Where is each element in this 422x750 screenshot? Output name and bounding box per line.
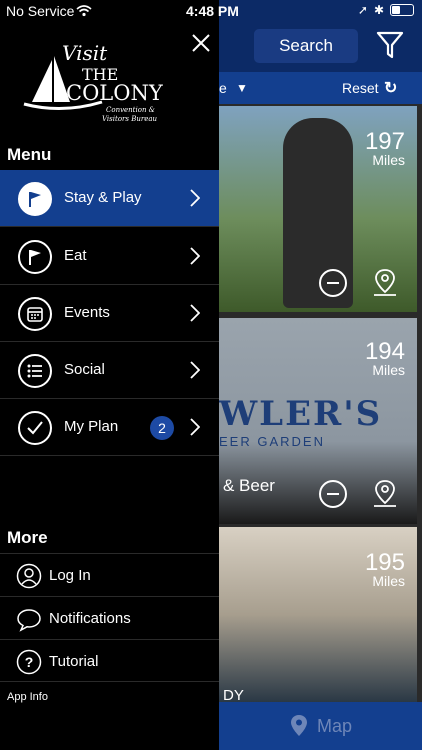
menu-item-eat[interactable]: Eat bbox=[0, 228, 219, 285]
close-icon[interactable] bbox=[190, 32, 212, 54]
listing-card[interactable]: 195 Miles DY bbox=[219, 527, 417, 702]
listing-card[interactable]: 194 Miles WLER'S EER GARDEN & Beer bbox=[219, 318, 417, 524]
more-item-log-in[interactable]: Log In bbox=[0, 553, 219, 596]
more-item-label: Tutorial bbox=[49, 653, 99, 670]
sort-label[interactable]: e bbox=[219, 80, 227, 96]
chevron-right-icon bbox=[190, 361, 200, 379]
flag-icon bbox=[18, 182, 52, 216]
menu-item-my-plan[interactable]: My Plan 2 bbox=[0, 399, 219, 456]
menu-item-label: Social bbox=[64, 361, 105, 378]
carrier-label: No Service bbox=[6, 3, 75, 19]
menu-item-social[interactable]: Social bbox=[0, 342, 219, 399]
chevron-right-icon bbox=[190, 189, 200, 207]
menu-section-title: Menu bbox=[7, 145, 52, 164]
card-caption: & Beer bbox=[223, 476, 275, 495]
menu-item-label: Eat bbox=[64, 247, 87, 264]
location-icon: ➚ bbox=[357, 3, 368, 17]
filter-icon[interactable] bbox=[376, 30, 404, 60]
wifi-icon bbox=[76, 5, 92, 17]
svg-text:?: ? bbox=[25, 654, 34, 670]
map-button[interactable]: Map bbox=[219, 702, 422, 750]
logo-colony-text: COLONY bbox=[66, 81, 164, 105]
card-caption: DY bbox=[223, 687, 244, 702]
distance-unit: Miles bbox=[372, 573, 405, 589]
search-button[interactable]: Search bbox=[254, 29, 358, 63]
side-drawer: Visit THE COLONY Convention & Visitors B… bbox=[0, 0, 219, 750]
more-item-label: Log In bbox=[49, 567, 91, 584]
menu-item-stay-play[interactable]: Stay & Play bbox=[0, 170, 219, 227]
list-icon bbox=[18, 354, 52, 388]
distance-unit: Miles bbox=[372, 152, 405, 168]
status-right: ➚ ✱ bbox=[358, 3, 414, 17]
distance-unit: Miles bbox=[372, 362, 405, 378]
menu-item-label: Events bbox=[64, 304, 110, 321]
chevron-right-icon bbox=[190, 418, 200, 436]
map-label: Map bbox=[316, 715, 352, 736]
flag-icon bbox=[18, 240, 52, 274]
visit-the-colony-logo: Visit THE COLONY Convention & Visitors B… bbox=[23, 41, 164, 123]
help-icon: ? bbox=[16, 649, 42, 675]
remove-icon[interactable] bbox=[319, 480, 347, 508]
calendar-icon bbox=[18, 297, 52, 331]
status-bar: No Service 4:48 PM ➚ ✱ bbox=[0, 0, 422, 22]
more-item-label: Notifications bbox=[49, 610, 131, 627]
more-item-notifications[interactable]: Notifications bbox=[0, 596, 219, 639]
user-icon bbox=[16, 563, 42, 589]
chat-bubble-icon bbox=[17, 609, 41, 632]
listing-card[interactable]: 197 Miles bbox=[219, 106, 417, 312]
menu-item-label: Stay & Play bbox=[64, 189, 142, 206]
check-icon bbox=[18, 411, 52, 445]
refresh-icon[interactable]: ↻ bbox=[384, 78, 397, 98]
clock: 4:48 PM bbox=[186, 3, 239, 19]
caret-down-icon[interactable]: ▼ bbox=[236, 81, 248, 95]
menu-item-label: My Plan bbox=[64, 418, 119, 435]
chevron-right-icon bbox=[190, 304, 200, 322]
venue-banner-text: WLER'S bbox=[219, 394, 383, 434]
bluetooth-icon: ✱ bbox=[373, 3, 384, 17]
venue-banner-subtext: EER GARDEN bbox=[219, 434, 325, 449]
more-item-tutorial[interactable]: ? Tutorial bbox=[0, 639, 219, 682]
more-section-title: More bbox=[7, 528, 48, 547]
map-pin-icon bbox=[290, 715, 307, 736]
menu-item-events[interactable]: Events bbox=[0, 285, 219, 342]
count-badge: 2 bbox=[150, 416, 174, 440]
map-pin-icon[interactable] bbox=[371, 268, 399, 298]
logo-visit-text: Visit bbox=[62, 41, 108, 65]
map-pin-icon[interactable] bbox=[371, 479, 399, 509]
chevron-right-icon bbox=[190, 247, 200, 265]
battery-icon bbox=[390, 4, 414, 16]
remove-icon[interactable] bbox=[319, 269, 347, 297]
logo-tagline-2: Visitors Bureau bbox=[102, 115, 158, 123]
reset-button[interactable]: Reset bbox=[342, 80, 379, 96]
app-info-link[interactable]: App Info bbox=[7, 691, 48, 703]
logo-tagline-1: Convention & bbox=[106, 106, 155, 114]
